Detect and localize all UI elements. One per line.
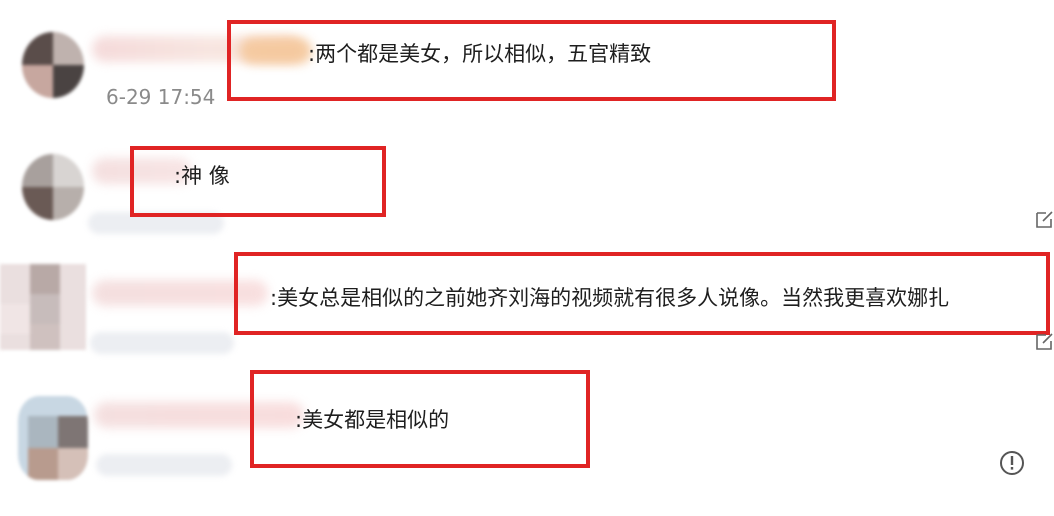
timestamp-blurred [96, 454, 232, 476]
comment-item: :神 像 [0, 130, 1054, 240]
avatar[interactable] [22, 32, 84, 98]
highlight-box [234, 252, 1050, 335]
edit-reply-icon[interactable] [1034, 208, 1054, 230]
avatar[interactable] [18, 396, 88, 480]
highlight-box [227, 20, 836, 101]
comment-item: :美女都是相似的 [0, 370, 1054, 516]
comment-item: :美女总是相似的之前她齐刘海的视频就有很多人说像。当然我更喜欢娜扎 [0, 240, 1054, 370]
highlight-box [250, 370, 590, 468]
edit-reply-icon[interactable] [1034, 330, 1054, 352]
timestamp-blurred [90, 332, 234, 354]
highlight-box [130, 146, 386, 217]
comment-timestamp: 6-29 17:54 [106, 85, 216, 109]
avatar[interactable] [0, 264, 86, 350]
avatar[interactable] [22, 154, 84, 220]
comment-item: :两个都是美女，所以相似，五官精致 6-29 17:54 [0, 0, 1054, 130]
exclamation-circle-icon[interactable] [999, 450, 1025, 476]
